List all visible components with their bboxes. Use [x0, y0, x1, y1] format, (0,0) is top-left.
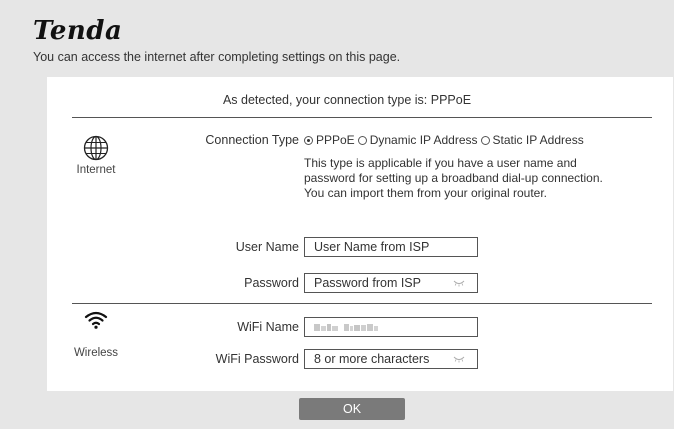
user-name-label: User Name [235, 240, 299, 254]
wifi-icon [84, 311, 108, 329]
wifi-name-label: WiFi Name [237, 320, 299, 334]
password-label: Password [244, 276, 299, 290]
radio-checked-icon [304, 135, 313, 145]
internet-section-label: Internet [76, 164, 116, 176]
radio-unchecked-icon [480, 135, 490, 145]
eye-closed-icon[interactable] [453, 355, 465, 363]
radio-pppoe[interactable]: PPPoE [304, 133, 355, 147]
eye-closed-icon[interactable] [453, 279, 465, 287]
wifi-name-field[interactable] [304, 317, 478, 337]
header-tip: You can access the internet after comple… [33, 50, 401, 64]
user-name-input[interactable] [305, 238, 454, 256]
footer-bar: OK [47, 391, 674, 429]
globe-icon [83, 135, 109, 161]
divider-top [72, 117, 652, 118]
settings-panel: As detected, your connection type is: PP… [47, 77, 673, 391]
wireless-section-label: Wireless [73, 347, 119, 359]
ok-button[interactable]: OK [299, 398, 405, 420]
radio-static-ip[interactable]: Static IP Address [480, 133, 584, 147]
wifi-password-input[interactable] [305, 350, 454, 368]
tenda-logo: Tenda [33, 16, 123, 46]
wifi-name-masked-value [314, 324, 378, 331]
password-field[interactable] [304, 273, 478, 293]
detected-connection-text: As detected, your connection type is: PP… [222, 93, 472, 107]
radio-dynamic-ip[interactable]: Dynamic IP Address [357, 133, 478, 147]
user-name-field[interactable] [304, 237, 478, 257]
bottom-margin [0, 429, 674, 443]
divider-middle [72, 303, 652, 304]
wifi-password-label: WiFi Password [215, 352, 299, 366]
radio-unchecked-icon [357, 135, 367, 145]
wifi-password-field[interactable] [304, 349, 478, 369]
connection-type-description: This type is applicable if you have a us… [304, 156, 603, 200]
connection-type-radio-group: PPPoE Dynamic IP Address Static IP Addre… [304, 133, 587, 147]
connection-type-label: Connection Type [205, 133, 299, 147]
password-input[interactable] [305, 274, 454, 292]
